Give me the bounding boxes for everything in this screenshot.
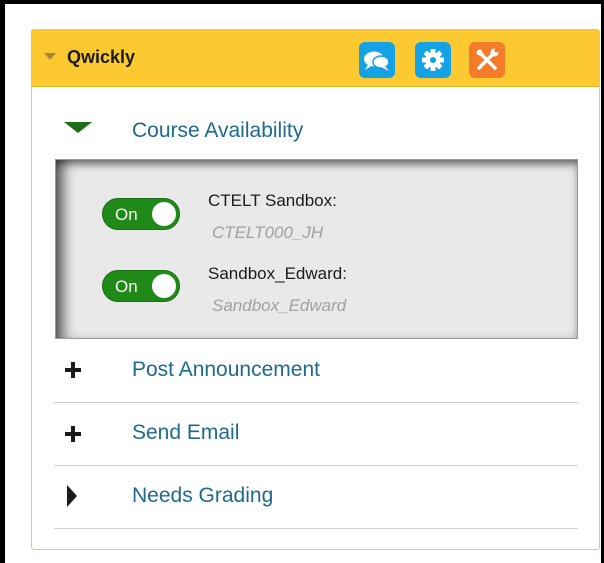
chat-button[interactable] — [359, 42, 395, 78]
gear-icon — [422, 49, 444, 71]
chat-bubbles-icon — [364, 51, 390, 71]
settings-button[interactable] — [415, 42, 451, 78]
course-name: CTELT Sandbox: — [208, 191, 337, 210]
tools-button[interactable] — [469, 42, 505, 78]
section-post-announcement[interactable]: Post Announcement — [54, 340, 578, 403]
window-frame: Qwickly Course Availability On CTELT San… — [0, 0, 604, 563]
section-label[interactable]: Course Availability — [132, 119, 303, 143]
section-label[interactable]: Send Email — [132, 421, 239, 445]
module-title: Qwickly — [67, 47, 136, 67]
toggle-label: On — [115, 205, 138, 224]
course-availability-panel: On CTELT Sandbox: CTELT000_JH On Sandbox… — [55, 159, 578, 339]
plus-icon — [65, 362, 81, 378]
section-course-availability[interactable]: Course Availability — [54, 97, 578, 159]
course-name: Sandbox_Edward: — [208, 264, 347, 283]
toggle-knob — [152, 202, 176, 226]
course-id: Sandbox_Edward — [212, 296, 347, 315]
collapse-arrow-icon[interactable] — [44, 53, 56, 60]
toggle-label: On — [115, 277, 138, 296]
availability-toggle[interactable]: On — [102, 198, 180, 230]
section-needs-grading[interactable]: Needs Grading — [54, 466, 578, 529]
section-label[interactable]: Needs Grading — [132, 484, 273, 508]
section-label[interactable]: Post Announcement — [132, 358, 320, 382]
module-header: Qwickly — [32, 30, 599, 87]
section-send-email[interactable]: Send Email — [54, 403, 578, 466]
course-id: CTELT000_JH — [212, 223, 324, 242]
availability-toggle[interactable]: On — [102, 270, 180, 302]
expanded-triangle-icon — [64, 122, 92, 133]
tools-icon — [476, 48, 499, 70]
plus-icon — [65, 426, 81, 442]
collapsed-triangle-icon — [67, 485, 77, 507]
qwickly-module: Qwickly Course Availability On CTELT San… — [31, 29, 600, 550]
toggle-knob — [152, 274, 176, 298]
